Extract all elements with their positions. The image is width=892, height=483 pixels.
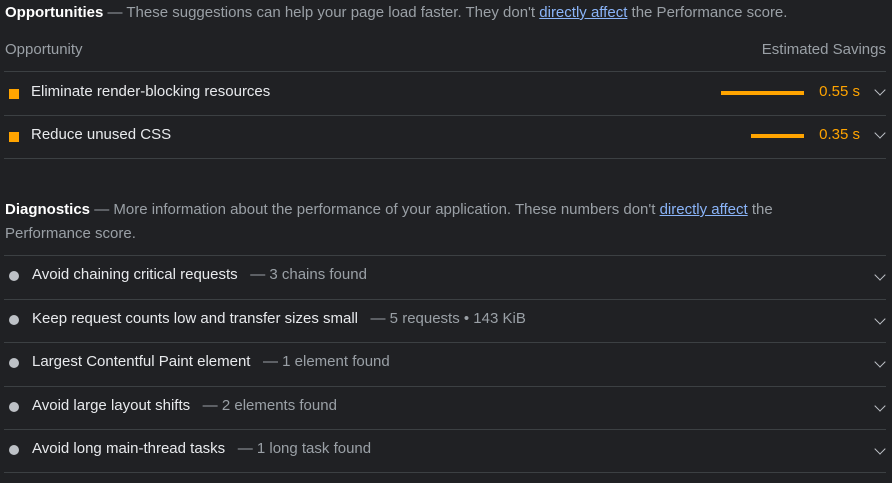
diagnostic-label: Keep request counts low and transfer siz… <box>32 300 526 338</box>
savings-value: 0.35 s <box>819 126 860 143</box>
gray-circle-icon <box>9 445 19 455</box>
opportunity-label: Reduce unused CSS <box>31 126 172 143</box>
diagnostic-detail: — 5 requests • 143 KiB <box>370 310 526 327</box>
opportunities-title: Opportunities <box>5 4 104 21</box>
diagnostic-title: Largest Contentful Paint element <box>32 353 251 370</box>
gray-circle-icon <box>9 315 19 325</box>
divider <box>4 158 886 159</box>
diagnostic-label: Avoid chaining critical requests — 3 cha… <box>32 256 367 294</box>
diagnostic-label: Avoid large layout shifts — 2 elements f… <box>32 387 337 425</box>
chevron-down-icon[interactable] <box>874 443 886 455</box>
gray-circle-icon <box>9 271 19 281</box>
chevron-down-icon[interactable] <box>874 84 886 96</box>
opportunities-description-post: the Performance score. <box>627 4 788 21</box>
diagnostics-description-post-line2: Performance score. <box>5 225 136 242</box>
diagnostic-title: Avoid long main-thread tasks <box>32 440 226 457</box>
diagnostic-detail: — 1 long task found <box>237 440 372 457</box>
diagnostic-title: Avoid large layout shifts <box>32 397 191 414</box>
gray-circle-icon <box>9 402 19 412</box>
gray-circle-icon <box>9 358 19 368</box>
diagnostic-detail: — 2 elements found <box>202 397 337 414</box>
diagnostic-row-critical-requests[interactable]: Avoid chaining critical requests — 3 cha… <box>4 256 886 299</box>
chevron-down-icon[interactable] <box>874 269 886 281</box>
opportunities-header: Opportunities — These suggestions can he… <box>5 1 886 25</box>
diagnostic-row-request-counts[interactable]: Keep request counts low and transfer siz… <box>4 300 886 343</box>
chevron-down-icon[interactable] <box>874 400 886 412</box>
opportunities-column-header: Opportunity Estimated Savings <box>5 38 886 62</box>
diagnostic-row-lcp-element[interactable]: Largest Contentful Paint element — 1 ele… <box>4 343 886 386</box>
diagnostics-title: Diagnostics <box>5 201 91 218</box>
column-opportunity: Opportunity <box>5 41 83 58</box>
opportunity-row-unused-css[interactable]: Reduce unused CSS 0.35 s <box>4 115 886 158</box>
diagnostic-title: Avoid chaining critical requests <box>32 266 238 283</box>
opportunities-description-pre: — These suggestions can help your page l… <box>103 4 540 21</box>
opportunity-label: Eliminate render-blocking resources <box>31 83 271 100</box>
divider <box>4 472 886 473</box>
diagnostic-detail: — 3 chains found <box>250 266 367 283</box>
diagnostics-directly-affect-link[interactable]: directly affect <box>660 201 748 218</box>
orange-square-icon <box>9 89 19 99</box>
orange-square-icon <box>9 132 19 142</box>
diagnostic-label: Largest Contentful Paint element — 1 ele… <box>32 343 390 381</box>
diagnostic-detail: — 1 element found <box>262 353 390 370</box>
savings-bar <box>721 91 804 95</box>
diagnostics-header: Diagnostics — More information about the… <box>5 198 886 246</box>
opportunities-directly-affect-link[interactable]: directly affect <box>539 4 627 21</box>
column-estimated-savings: Estimated Savings <box>761 41 886 58</box>
diagnostic-row-long-tasks[interactable]: Avoid long main-thread tasks — 1 long ta… <box>4 430 886 473</box>
savings-value: 0.55 s <box>819 83 860 100</box>
diagnostics-description-pre: — More information about the performance… <box>90 201 660 218</box>
diagnostic-title: Keep request counts low and transfer siz… <box>32 310 358 327</box>
diagnostics-description-post: the <box>747 201 773 218</box>
savings-bar <box>751 134 804 138</box>
diagnostic-row-layout-shifts[interactable]: Avoid large layout shifts — 2 elements f… <box>4 387 886 430</box>
diagnostic-label: Avoid long main-thread tasks — 1 long ta… <box>32 430 371 468</box>
chevron-down-icon[interactable] <box>874 313 886 325</box>
opportunity-row-render-blocking[interactable]: Eliminate render-blocking resources 0.55… <box>4 72 886 115</box>
chevron-down-icon[interactable] <box>874 356 886 368</box>
chevron-down-icon[interactable] <box>874 127 886 139</box>
